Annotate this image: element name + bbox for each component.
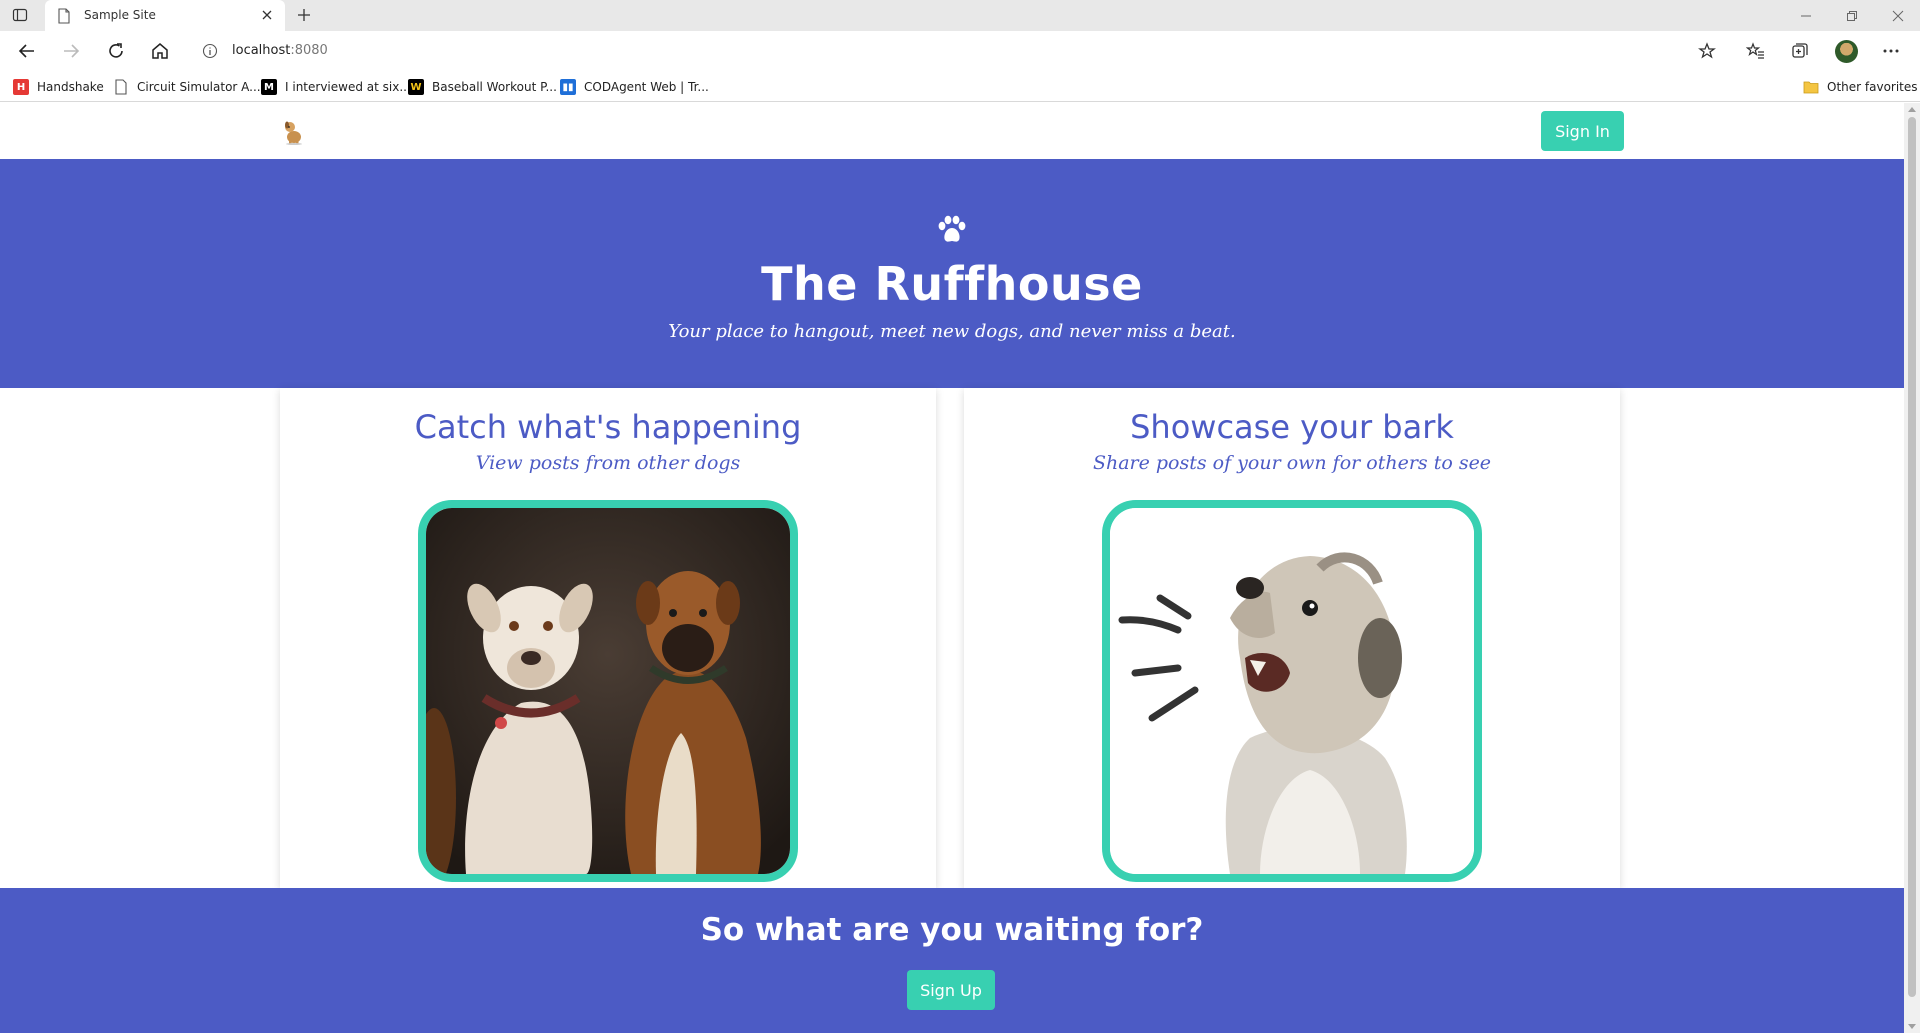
trello-icon: ▮▮ xyxy=(560,79,576,95)
address-bar[interactable]: localhost:8080 xyxy=(188,35,1728,67)
barking-dog-photo xyxy=(1102,500,1482,882)
refresh-icon[interactable] xyxy=(106,41,126,61)
card-title: Catch what's happening xyxy=(414,408,802,446)
handshake-icon: H xyxy=(13,79,29,95)
bookmark-interviewed[interactable]: M I interviewed at six... xyxy=(261,77,411,97)
site-navbar: Sign In xyxy=(0,103,1904,159)
scroll-up-arrow-icon[interactable] xyxy=(1908,107,1916,112)
page-icon xyxy=(115,79,127,95)
medium-icon: M xyxy=(261,79,277,95)
card-subtitle: Share posts of your own for others to se… xyxy=(1092,452,1492,474)
close-icon[interactable] xyxy=(259,7,275,23)
tab-actions-icon[interactable] xyxy=(12,7,28,23)
minimize-icon[interactable] xyxy=(1799,9,1813,23)
scroll-thumb[interactable] xyxy=(1908,117,1916,997)
page-icon xyxy=(58,8,70,24)
feature-card-posts: Catch what's happening View posts from o… xyxy=(280,388,936,888)
scroll-down-arrow-icon[interactable] xyxy=(1908,1024,1916,1029)
profile-avatar[interactable] xyxy=(1835,40,1858,63)
feature-card-share: Showcase your bark Share posts of your o… xyxy=(964,388,1620,888)
sign-up-button[interactable]: Sign Up xyxy=(907,970,995,1010)
bookmark-other-favorites[interactable]: Other favorites xyxy=(1803,77,1918,97)
forward-arrow-icon[interactable] xyxy=(61,41,81,61)
page-viewport: Sign In The Ruffhouse Your place to hang… xyxy=(0,103,1904,1033)
w-icon: W xyxy=(408,79,424,95)
bookmark-handshake[interactable]: H Handshake xyxy=(13,77,104,97)
hero-subtitle: Your place to hangout, meet new dogs, an… xyxy=(668,321,1236,342)
restore-icon[interactable] xyxy=(1845,9,1859,23)
browser-toolbar: localhost:8080 xyxy=(0,31,1920,71)
back-arrow-icon[interactable] xyxy=(17,41,37,61)
hero-banner: The Ruffhouse Your place to hangout, mee… xyxy=(0,159,1904,388)
url-text[interactable]: localhost:8080 xyxy=(232,43,328,58)
window-close-icon[interactable] xyxy=(1891,9,1905,23)
home-icon[interactable] xyxy=(150,41,170,61)
more-menu-icon[interactable] xyxy=(1881,41,1901,61)
sign-in-button[interactable]: Sign In xyxy=(1541,111,1624,151)
collections-icon[interactable] xyxy=(1790,41,1810,61)
info-icon[interactable] xyxy=(202,43,218,59)
browser-tab-active[interactable]: Sample Site xyxy=(45,0,285,31)
dog-logo-icon[interactable] xyxy=(280,117,306,145)
browser-tabstrip: Sample Site xyxy=(0,0,1920,31)
paw-icon xyxy=(938,215,966,242)
card-subtitle: View posts from other dogs xyxy=(475,452,741,474)
hero-title: The Ruffhouse xyxy=(761,257,1143,311)
folder-icon xyxy=(1803,81,1819,94)
two-dogs-photo xyxy=(418,500,798,882)
bookmarks-bar: H Handshake Circuit Simulator A... M I i… xyxy=(0,71,1920,102)
card-title: Showcase your bark xyxy=(1130,408,1454,446)
bookmark-codagent[interactable]: ▮▮ CODAgent Web | Tr... xyxy=(560,77,709,97)
cta-title: So what are you waiting for? xyxy=(700,912,1204,948)
page-scrollbar[interactable] xyxy=(1904,103,1920,1033)
tab-title: Sample Site xyxy=(84,8,156,22)
favorites-list-icon[interactable] xyxy=(1746,41,1766,61)
favorite-star-icon[interactable] xyxy=(1697,41,1717,61)
bookmark-baseball-workout[interactable]: W Baseball Workout P... xyxy=(408,77,557,97)
bookmark-circuit-simulator[interactable]: Circuit Simulator A... xyxy=(113,77,261,97)
signup-cta-section: So what are you waiting for? Sign Up xyxy=(0,888,1904,1033)
new-tab-icon[interactable] xyxy=(296,7,312,23)
feature-cards: Catch what's happening View posts from o… xyxy=(0,388,1904,888)
